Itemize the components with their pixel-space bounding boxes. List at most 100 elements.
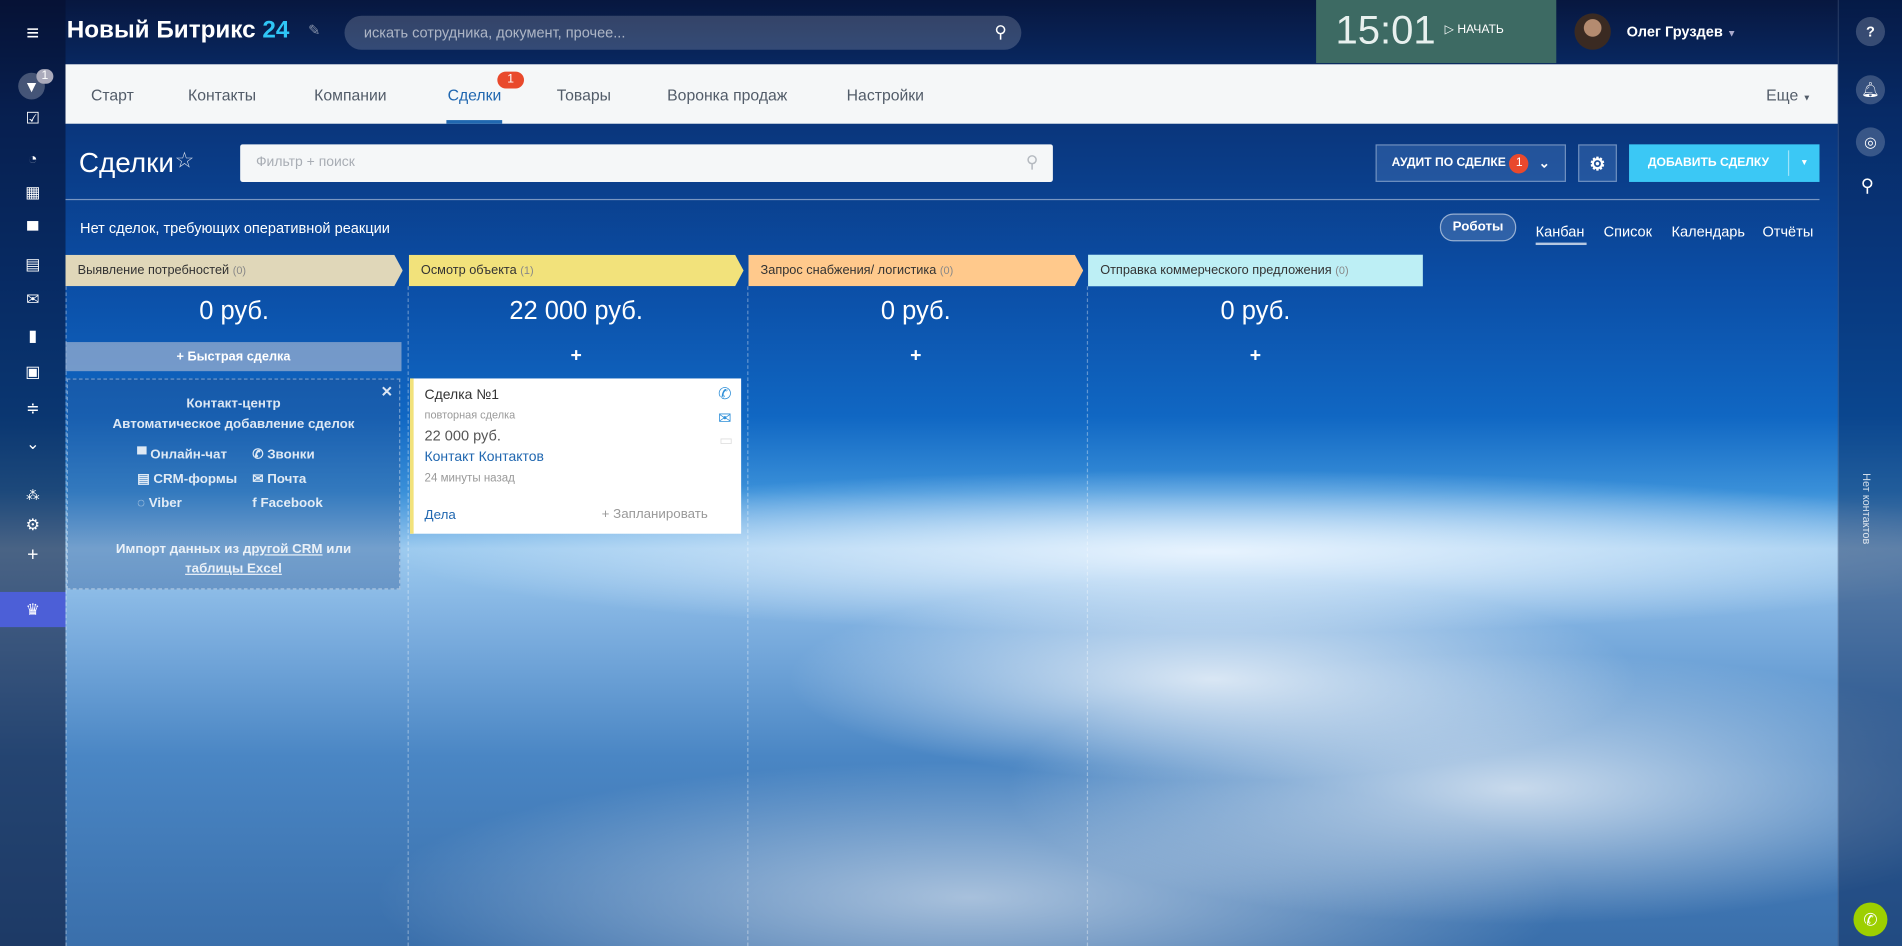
channel-calls[interactable]: ✆ Звонки: [252, 443, 314, 467]
deals-badge: 1: [497, 71, 525, 89]
stage-header[interactable]: Выявление потребностей (0): [66, 255, 403, 287]
page-title: Сделки: [78, 146, 174, 179]
channel-facebook[interactable]: f Facebook: [252, 491, 322, 515]
clock-time: 15:01: [1335, 7, 1436, 53]
stage-sum: 0 руб.: [1220, 297, 1291, 326]
add-deal-plus[interactable]: +: [1088, 346, 1423, 368]
edit-pencil-icon[interactable]: ✎: [308, 22, 320, 39]
deal-activities-link[interactable]: Дела: [425, 508, 456, 523]
help-icon[interactable]: ?: [1855, 16, 1886, 47]
search-icon[interactable]: ⚲: [994, 22, 1006, 43]
add-deal-plus[interactable]: +: [748, 346, 1083, 368]
stage-header[interactable]: Запрос снабжения/ логистика (0): [748, 255, 1083, 287]
reports-icon[interactable]: ▮: [21, 324, 45, 348]
gear-icon[interactable]: ⚙: [21, 513, 45, 537]
stage-count: (0): [939, 264, 954, 277]
portal-title-text: Новый Битрикс: [66, 16, 256, 44]
deal-type: повторная сделка: [424, 408, 516, 421]
filter-placeholder: Фильтр + поиск: [255, 155, 355, 170]
star-icon[interactable]: ☆: [175, 148, 195, 173]
add-deal-dropdown[interactable]: ▼: [1787, 150, 1820, 176]
clock-icon[interactable]: ◔: [21, 146, 45, 170]
deal-card[interactable]: Сделка №1 повторная сделка 22 000 руб. К…: [409, 378, 742, 534]
portal-title[interactable]: Новый Битрикс 24: [67, 17, 290, 45]
tasks-icon[interactable]: ☑: [21, 107, 45, 131]
add-deal-plus[interactable]: +: [409, 346, 744, 368]
channel-online-chat[interactable]: ▀ Онлайн-чат: [137, 443, 252, 467]
stage-count: (0): [1335, 264, 1349, 277]
stage-header[interactable]: Отправка коммерческого предложения (0): [1088, 254, 1423, 287]
channel-label: Facebook: [260, 496, 323, 511]
close-icon[interactable]: ✕: [381, 383, 393, 400]
left-sidebar: ≡ ▼ 1 ☑ ◔ ▦ ▀ ▤ ✉ ▮ ▣ ≑ ⌄ ⁂ ⚙ + ♛: [0, 0, 66, 946]
mail-icon[interactable]: ✉: [718, 409, 731, 428]
crown-item[interactable]: ♛: [0, 591, 66, 628]
user-name: Олег Груздев: [1626, 23, 1723, 41]
stage-name: Осмотр объекта: [420, 263, 517, 278]
tab-deals[interactable]: Сделки: [448, 86, 502, 104]
structure-icon[interactable]: ⁂: [21, 483, 45, 507]
start-button[interactable]: ▷ НАЧАТЬ: [1445, 23, 1504, 36]
tab-start[interactable]: Старт: [91, 86, 134, 104]
channel-label: Viber: [148, 496, 182, 511]
view-kanban[interactable]: Канбан: [1536, 223, 1585, 240]
documents-icon[interactable]: ▤: [21, 252, 45, 276]
deal-amount: 22 000 руб.: [424, 426, 501, 444]
stage-sum: 0 руб.: [199, 297, 270, 326]
channel-viber[interactable]: ◌ Viber: [137, 491, 252, 515]
comment-icon[interactable]: ▭: [719, 432, 733, 449]
portal-title-number: 24: [262, 16, 290, 44]
import-text: Импорт данных из: [115, 542, 240, 557]
avatar[interactable]: [1574, 13, 1611, 50]
tab-sales-funnel[interactable]: Воронка продаж: [667, 86, 787, 104]
quick-deal-button[interactable]: + Быстрая сделка: [65, 342, 402, 372]
filter-search-input[interactable]: Фильтр + поиск ⚲: [240, 144, 1053, 182]
tab-settings[interactable]: Настройки: [847, 86, 924, 104]
tab-contacts[interactable]: Контакты: [188, 86, 256, 104]
search-icon[interactable]: ⚲: [1861, 175, 1874, 197]
mail-icon[interactable]: ✉: [21, 287, 45, 311]
bell-icon[interactable]: 🔔︎: [1855, 75, 1886, 105]
workday-clock[interactable]: 15:01 ▷ НАЧАТЬ: [1316, 0, 1557, 64]
tab-products[interactable]: Товары: [557, 86, 611, 104]
add-deal-label: ДОБАВИТЬ СДЕЛКУ: [1647, 156, 1770, 170]
channel-label: Почта: [267, 471, 307, 487]
add-icon[interactable]: +: [21, 543, 45, 567]
apps-icon[interactable]: ▦: [21, 181, 45, 205]
robots-button[interactable]: Роботы: [1439, 213, 1517, 242]
start-label: НАЧАТЬ: [1457, 23, 1504, 37]
channel-label: Онлайн-чат: [150, 447, 228, 463]
view-calendar[interactable]: Календарь: [1672, 223, 1745, 240]
deal-contact-link[interactable]: Контакт Контактов: [425, 450, 544, 465]
messenger-icon[interactable]: ◎: [1855, 127, 1886, 157]
global-search-input[interactable]: искать сотрудника, документ, прочее... ⚲: [344, 15, 1022, 50]
menu-icon[interactable]: ≡: [21, 20, 45, 45]
column-divider: [747, 286, 749, 946]
tab-companies[interactable]: Компании: [314, 86, 386, 104]
stage-name: Выявление потребностей: [77, 263, 230, 278]
chat-icon[interactable]: ▀: [21, 217, 45, 241]
phone-icon[interactable]: ✆: [718, 385, 731, 404]
view-reports[interactable]: Отчёты: [1762, 223, 1813, 240]
deal-title[interactable]: Сделка №1: [425, 388, 499, 403]
channel-crm-forms[interactable]: ▤ CRM-формы: [137, 467, 252, 491]
import-excel-link[interactable]: таблицы Excel: [185, 562, 282, 577]
audit-button[interactable]: АУДИТ ПО СДЕЛКЕ 1 ⌄: [1375, 144, 1566, 182]
phone-icon[interactable]: ✆: [1853, 902, 1888, 937]
view-list[interactable]: Список: [1604, 223, 1652, 240]
more-label: Еще: [1766, 86, 1799, 105]
plan-activity-link[interactable]: + Запланировать: [602, 507, 708, 522]
user-menu[interactable]: Олег Груздев ▼: [1627, 23, 1737, 40]
add-deal-button[interactable]: ДОБАВИТЬ СДЕЛКУ ▼: [1629, 144, 1820, 182]
settings-sliders-icon[interactable]: ≑: [21, 397, 45, 421]
contacts-icon[interactable]: ▣: [21, 360, 45, 384]
channel-mail[interactable]: ✉ Почта: [252, 467, 306, 491]
kanban-settings-button[interactable]: ⚙: [1578, 144, 1617, 182]
more-menu[interactable]: Еще ▼: [1766, 86, 1811, 104]
channel-label: Звонки: [267, 447, 315, 463]
stage-name: Запрос снабжения/ логистика: [760, 263, 937, 278]
stage-header[interactable]: Осмотр объекта (1): [409, 255, 744, 287]
stage-name: Отправка коммерческого предложения: [1100, 263, 1332, 278]
import-other-crm-link[interactable]: другой CRM: [243, 542, 323, 557]
chevron-down-icon[interactable]: ⌄: [21, 432, 45, 456]
